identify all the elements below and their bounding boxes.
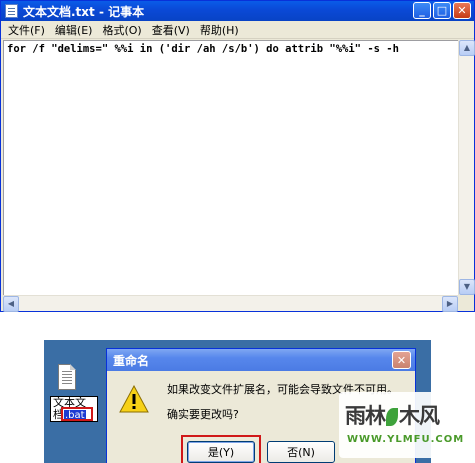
dialog-title: 重命名 bbox=[113, 353, 150, 368]
menu-format[interactable]: 格式(O) bbox=[97, 22, 146, 38]
watermark-main-right: 木风 bbox=[399, 404, 440, 428]
menu-file[interactable]: 文件(F) bbox=[3, 22, 50, 38]
notepad-window: 文本文档.txt - 记事本 _ □ ✕ 文件(F) 编辑(E) 格式(O) 查… bbox=[0, 0, 475, 312]
text-editor[interactable]: for /f "delims=" %%i in ('dir /ah /s/b')… bbox=[3, 40, 458, 295]
menu-view[interactable]: 查看(V) bbox=[147, 22, 195, 38]
menu-bar: 文件(F) 编辑(E) 格式(O) 查看(V) 帮助(H) bbox=[1, 21, 474, 39]
highlight-extension-box bbox=[61, 407, 93, 421]
dialog-close-button[interactable]: ✕ bbox=[392, 351, 411, 369]
vertical-scrollbar[interactable]: ▲ ▼ bbox=[458, 40, 475, 295]
watermark-logo: 雨林 木风 WWW.YLMFU.COM bbox=[339, 392, 463, 458]
dialog-titlebar[interactable]: 重命名 ✕ bbox=[107, 349, 415, 371]
notepad-titlebar[interactable]: 文本文档.txt - 记事本 _ □ ✕ bbox=[1, 1, 474, 21]
watermark-main-left: 雨林 bbox=[345, 404, 386, 428]
scroll-left-icon[interactable]: ◀ bbox=[3, 296, 19, 312]
notepad-icon bbox=[5, 4, 18, 18]
scrollbar-corner bbox=[458, 295, 474, 311]
watermark-main: 雨林 木风 bbox=[345, 400, 440, 430]
close-button[interactable]: ✕ bbox=[453, 2, 471, 19]
editor-content[interactable]: for /f "delims=" %%i in ('dir /ah /s/b')… bbox=[4, 41, 458, 57]
text-file-icon[interactable] bbox=[58, 364, 76, 390]
maximize-button[interactable]: □ bbox=[433, 2, 451, 19]
scroll-up-icon[interactable]: ▲ bbox=[459, 40, 475, 56]
window-title: 文本文档.txt - 记事本 bbox=[23, 4, 145, 19]
window-controls: _ □ ✕ bbox=[413, 2, 471, 19]
minimize-button[interactable]: _ bbox=[413, 2, 431, 19]
horizontal-scrollbar[interactable]: ◀ ▶ bbox=[3, 295, 458, 312]
dialog-question: 确实要更改吗? bbox=[167, 408, 239, 421]
scroll-down-icon[interactable]: ▼ bbox=[459, 279, 475, 295]
warning-icon bbox=[119, 385, 149, 413]
scroll-right-icon[interactable]: ▶ bbox=[442, 296, 458, 312]
watermark-sub: WWW.YLMFU.COM bbox=[347, 434, 465, 445]
leaf-icon bbox=[386, 408, 398, 426]
highlight-yes-box bbox=[181, 435, 261, 463]
menu-help[interactable]: 帮助(H) bbox=[195, 22, 244, 38]
no-button[interactable]: 否(N) bbox=[267, 441, 335, 463]
menu-edit[interactable]: 编辑(E) bbox=[50, 22, 98, 38]
